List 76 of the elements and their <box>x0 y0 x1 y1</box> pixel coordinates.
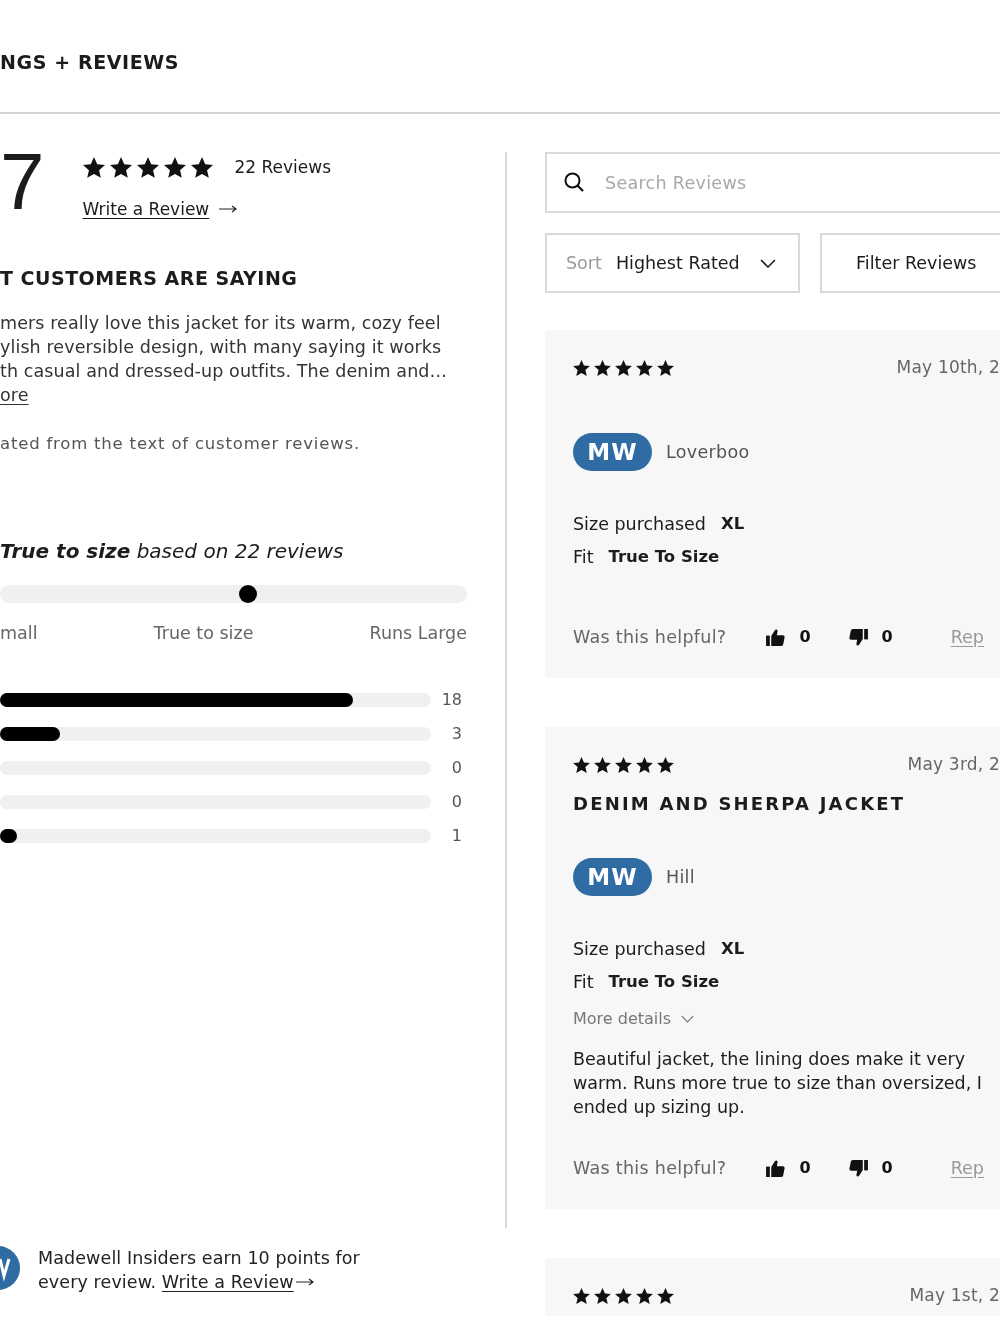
detail-label: Fit <box>573 546 594 569</box>
helpful-yes-button[interactable]: 0 <box>766 1156 811 1180</box>
rating-count: 3 <box>451 724 463 745</box>
summary-text: mers really love this jacket for its warm, cozy feel ylish reversible design, with many saying it works th casual and dressed-up outfits. The denim and… ore <box>0 312 449 408</box>
summary-heading: T CUSTOMERS ARE SAYING <box>0 266 298 292</box>
review-count: 22 Reviews <box>234 156 332 179</box>
user-avatar: MW <box>573 433 652 471</box>
thumbs-up-icon <box>766 1159 786 1177</box>
star-icon <box>657 360 674 376</box>
summary-note: ated from the text of customer reviews. <box>0 433 360 456</box>
detail-label: Fit <box>573 971 594 994</box>
star-icon <box>657 1288 674 1304</box>
fit-heading: True to size based on 22 reviews <box>0 538 344 566</box>
review-date: May 1st, 2 <box>909 1284 1000 1308</box>
helpful-no-button[interactable]: 0 <box>848 625 893 649</box>
star-icon <box>594 757 611 773</box>
write-review-link[interactable]: Write a Review <box>82 197 238 221</box>
star-icon <box>636 360 653 376</box>
star-icon <box>615 757 632 773</box>
helpful-yes-button[interactable]: 0 <box>766 625 811 649</box>
detail-value: True To Size <box>608 546 720 568</box>
star-icon <box>109 156 132 178</box>
fit-scale-label: mall <box>0 622 38 646</box>
thumbs-up-icon <box>766 628 786 646</box>
helpful-no-button[interactable]: 0 <box>848 1156 893 1180</box>
star-icon <box>615 360 632 376</box>
rating-count: 1 <box>451 826 463 847</box>
star-icon <box>573 757 590 773</box>
chevron-down-icon <box>760 258 776 268</box>
search-icon <box>564 172 584 192</box>
star-icon <box>82 156 105 178</box>
star-icon <box>190 156 213 178</box>
section-title: NGS + REVIEWS <box>0 50 180 75</box>
star-icon <box>615 1288 632 1304</box>
helpful-label: Was this helpful? <box>573 625 727 649</box>
detail-value: XL <box>720 938 745 960</box>
star-icon <box>136 156 159 178</box>
read-more-link[interactable]: ore <box>0 385 29 406</box>
star-icon <box>594 1288 611 1304</box>
detail-value: XL <box>720 513 745 535</box>
review-date: May 10th, 2 <box>896 356 1000 380</box>
star-icon <box>163 156 186 178</box>
star-icon <box>594 360 611 376</box>
detail-label: Size purchased <box>573 938 706 961</box>
star-icon <box>636 1288 653 1304</box>
more-details-button[interactable]: More details <box>573 1007 695 1031</box>
rating-count: 0 <box>451 758 463 779</box>
helpful-label: Was this helpful? <box>573 1156 727 1180</box>
right-arrow-icon <box>295 1278 314 1286</box>
thumbs-down-icon <box>848 1159 868 1177</box>
rating-count: 18 <box>441 690 463 711</box>
filter-reviews-button[interactable]: Filter Reviews <box>820 233 1000 293</box>
star-icon <box>657 757 674 773</box>
review-text: Beautiful jacket, the lining does make it very warm. Runs more true to size than oversized, I ended up sizing up. <box>573 1048 983 1119</box>
write-review-link[interactable]: Write a Review <box>161 1270 314 1294</box>
author-name: Hill <box>666 865 695 889</box>
star-icon <box>573 360 590 376</box>
star-icon <box>573 1288 590 1304</box>
rating-score: 7 <box>0 150 45 223</box>
thumbs-down-icon <box>848 628 868 646</box>
right-arrow-icon <box>219 205 238 213</box>
review-date: May 3rd, 2 <box>907 753 1000 777</box>
detail-value: True To Size <box>608 971 720 993</box>
search-field[interactable]: Search Reviews <box>545 152 1000 213</box>
review-title: DENIM AND SHERPA JACKET <box>573 792 906 816</box>
star-icon <box>636 757 653 773</box>
chevron-down-icon <box>681 1015 695 1023</box>
promo-text: Madewell Insiders earn 10 points for every review. Write a Review <box>38 1247 361 1294</box>
detail-label: Size purchased <box>573 513 706 536</box>
author-name: Loverboo <box>666 440 750 464</box>
rating-count: 0 <box>451 792 463 813</box>
round-logo-icon <box>0 1246 20 1290</box>
fit-scale-label: Runs Large <box>369 622 467 646</box>
sort-dropdown[interactable]: Sort Highest Rated <box>545 233 800 293</box>
user-avatar: MW <box>573 858 652 896</box>
fit-scale-label: True to size <box>153 622 254 646</box>
